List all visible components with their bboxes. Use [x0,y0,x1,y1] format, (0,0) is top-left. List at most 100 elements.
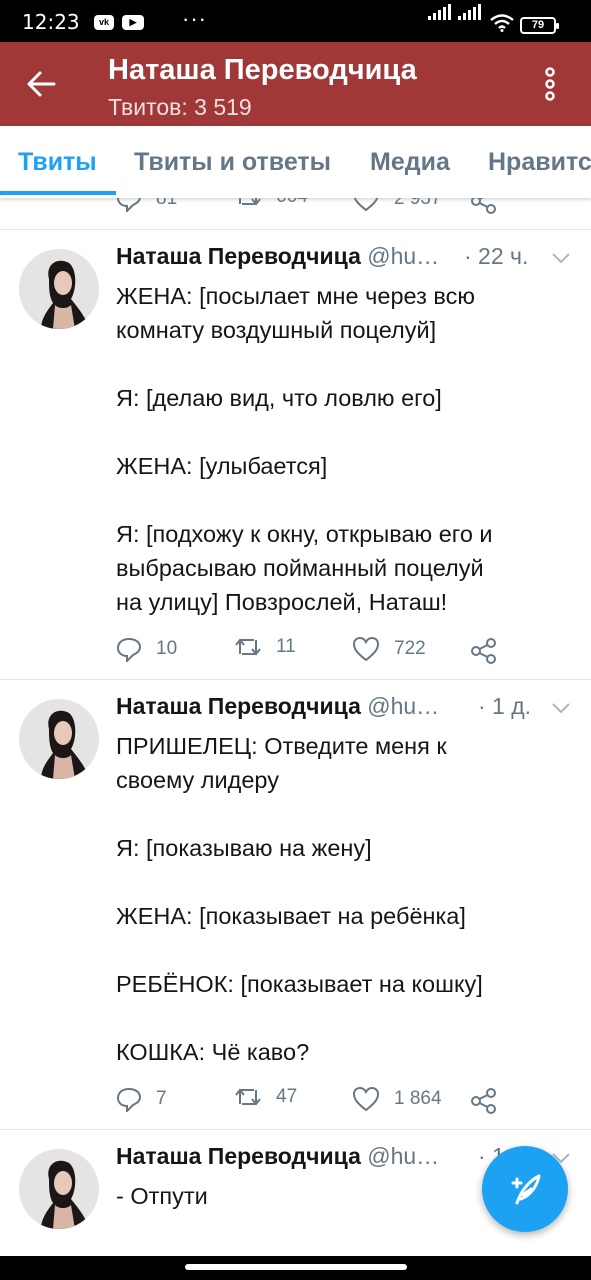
avatar[interactable] [19,249,99,329]
chevron-down-icon[interactable] [550,251,572,265]
tweet-line: Я: [показываю на жену] [116,835,372,861]
reply-count: 10 [156,638,178,659]
like-count: 2 937 [394,198,442,209]
battery-icon: 79 [520,17,559,34]
wifi-icon [490,14,514,32]
battery-level: 79 [531,19,545,31]
signal-1-icon [428,4,451,20]
tweet-line: ЖЕНА: [улыбается] [116,453,328,479]
reply-icon [116,198,141,212]
arrow-back-icon [27,71,56,97]
reply-count: 7 [156,1088,167,1109]
avatar[interactable] [19,1149,99,1229]
retweet-button[interactable]: 11 [234,636,296,658]
more-notifications-icon: ··· [182,6,207,31]
heart-icon [352,1086,380,1112]
retweet-count: 664 [276,198,308,208]
reply-icon [116,637,142,662]
tweet-line: своему лидеру [116,767,279,793]
system-navigation-bar [0,1256,591,1280]
tab-tweets-and-replies[interactable]: Твиты и ответы [134,148,331,177]
tweet-header: Наташа Переводчица @hu… [116,693,439,720]
profile-name: Наташа Переводчица [108,54,417,86]
reply-count: 81 [156,198,178,209]
heart-icon [353,198,379,212]
tweet-time: · 22 ч. [464,243,529,269]
tweet-header: Наташа Переводчица @hu… [116,1143,439,1170]
share-button[interactable] [470,198,512,214]
tweet-actions: 10 11 722 [116,636,536,666]
like-button[interactable]: 1 864 [352,1086,442,1112]
back-button[interactable] [16,62,66,106]
retweet-count: 11 [276,636,296,657]
tweet-line: РЕБЁНОК: [показывает на кошку] [116,971,483,997]
avatar[interactable] [19,699,99,779]
retweet-count: 47 [276,1086,298,1107]
tweet-line: ЖЕНА: [показывает на ребёнка] [116,903,466,929]
tweet-line: ПРИШЕЛЕЦ: Отведите меня к [116,733,447,759]
tweet-count: Твитов: 3 519 [108,94,252,120]
tweet-line: Я: [подхожу к окну, открываю его и [116,521,493,547]
tweet-line: на улицу] Повзрослей, Наташ! [116,589,448,615]
tab-tweets[interactable]: Твиты [18,148,97,177]
tweet-item[interactable]: Наташа Переводчица @hu… · 1 д. ПРИШЕЛЕЦ:… [0,681,591,1130]
vk-icon: vk [94,15,114,30]
avatar-photo [19,249,99,329]
status-bar: 12:23 vk ▶ ··· 79 [0,0,591,42]
reply-button[interactable]: 7 [116,1086,167,1112]
retweet-button[interactable]: 664 [234,198,308,208]
previous-tweet-actions: 81 664 2 937 [0,198,591,230]
tweet-line: ЖЕНА: [посылает мне через всю [116,283,475,309]
profile-header: Наташа Переводчица Твитов: 3 519 [0,42,591,126]
reply-button[interactable]: 81 [116,198,177,212]
tweet-line [116,933,576,967]
home-gesture-handle[interactable] [185,1264,407,1270]
like-count: 722 [394,638,426,659]
like-button[interactable]: 2 937 [352,198,442,212]
tweet-text: ПРИШЕЛЕЦ: Отведите меня к своему лидеру … [116,729,576,1069]
share-icon [471,198,496,214]
avatar-photo [19,1149,99,1229]
tweet-author-name: Наташа Переводчица [116,1143,361,1169]
reply-icon [116,1087,142,1112]
retweet-icon [235,1088,261,1106]
tweet-line [116,483,576,517]
tweet-author-handle: @hu… [367,243,440,269]
tweet-author-handle: @hu… [367,693,440,719]
reply-button[interactable]: 10 [116,636,177,662]
overflow-menu-button[interactable] [530,62,570,106]
tab-likes[interactable]: Нравится [488,148,591,177]
share-button[interactable] [470,638,512,664]
tweet-item[interactable]: Наташа Переводчица @hu… · 22 ч. ЖЕНА: [п… [0,231,591,680]
vertical-dots-icon [545,67,555,101]
heart-icon [352,636,380,662]
tweet-time: · 1 д. [478,693,532,719]
share-button[interactable] [470,1088,512,1114]
share-icon [471,638,496,664]
tab-media[interactable]: Медиа [370,148,450,177]
tweet-author-name: Наташа Переводчица [116,243,361,269]
tweet-author-name: Наташа Переводчица [116,693,361,719]
tweet-author-handle: @hu… [367,1143,440,1169]
tweet-line: комнату воздушный поцелуй] [116,317,437,343]
retweet-icon [235,638,261,656]
tweet-line: Я: [делаю вид, что ловлю его] [116,385,442,411]
tweet-header: Наташа Переводчица @hu… [116,243,439,270]
signal-2-icon [458,4,481,20]
profile-tabs: Твиты Твиты и ответы Медиа Нравится [0,126,591,198]
tweet-line [116,797,576,831]
like-button[interactable]: 722 [352,636,426,662]
share-icon [471,1088,496,1114]
compose-feather-icon [511,1174,541,1205]
compose-tweet-button[interactable] [482,1146,568,1232]
tweet-actions: 7 47 1 864 [116,1086,536,1116]
chevron-down-icon[interactable] [550,701,572,715]
retweet-button[interactable]: 47 [234,1086,297,1108]
tweet-text: ЖЕНА: [посылает мне через всю комнату во… [116,279,576,619]
status-time: 12:23 [22,10,80,34]
tweet-line [116,347,576,381]
youtube-icon: ▶ [122,15,144,30]
tweet-line: выбрасываю пойманный поцелуй [116,555,484,581]
active-tab-indicator [0,191,116,195]
avatar-photo [19,699,99,779]
